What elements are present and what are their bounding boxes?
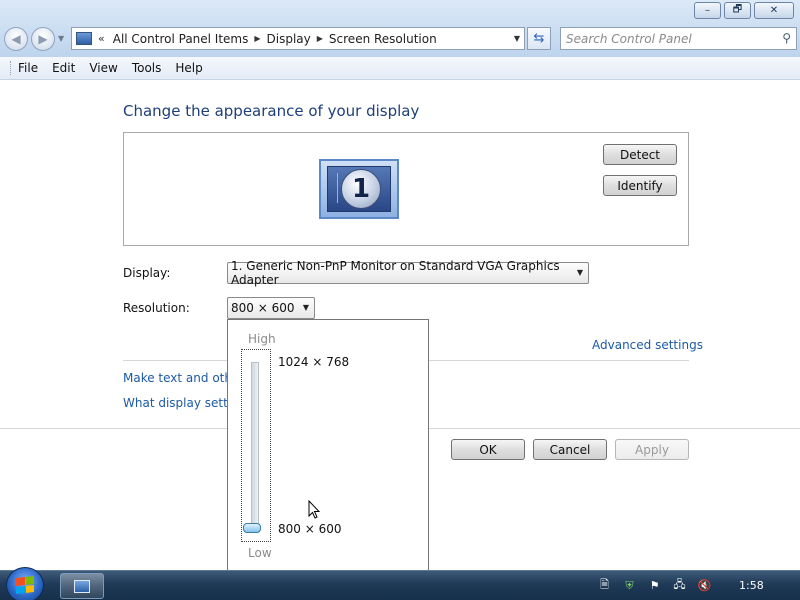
monitor-number-badge: 1 bbox=[341, 169, 381, 209]
refresh-icon: ⇆ bbox=[533, 31, 545, 46]
slider-track[interactable] bbox=[251, 362, 259, 527]
apply-button[interactable]: Apply bbox=[615, 439, 689, 460]
address-dropdown-icon[interactable]: ▼ bbox=[514, 34, 520, 43]
breadcrumb-screen-resolution[interactable]: Screen Resolution bbox=[329, 32, 437, 46]
mouse-cursor-icon bbox=[308, 500, 321, 519]
slider-thumb[interactable] bbox=[243, 523, 261, 533]
resolution-slider-popup: High 1024 × 768 800 × 600 Low bbox=[227, 319, 429, 571]
menu-edit[interactable]: Edit bbox=[52, 61, 75, 75]
breadcrumb-display[interactable]: Display bbox=[267, 32, 311, 46]
display-select-value: 1. Generic Non-PnP Monitor on Standard V… bbox=[231, 259, 560, 287]
volume-muted-icon[interactable]: 🔇 bbox=[696, 577, 713, 594]
system-tray: 🗎 ⛨ ⚑ 🖧 🔇 bbox=[596, 577, 713, 594]
monitor-screen: 1 bbox=[327, 166, 391, 212]
monitor-sidebar-decoration bbox=[330, 173, 338, 203]
monitor-preview-panel: 1 Detect Identify bbox=[123, 132, 689, 246]
address-bar[interactable]: « All Control Panel Items ▶ Display ▶ Sc… bbox=[71, 27, 525, 50]
window-controls: – 🗗 ✕ bbox=[694, 2, 794, 19]
address-overflow-chevron[interactable]: « bbox=[98, 32, 105, 45]
chevron-down-icon: ▼ bbox=[302, 303, 309, 312]
monitor-1-icon[interactable]: 1 bbox=[319, 159, 399, 219]
search-box[interactable]: Search Control Panel ⚲ bbox=[560, 27, 797, 50]
arrow-left-icon: ◀ bbox=[11, 32, 21, 46]
windows-logo-icon bbox=[16, 576, 34, 594]
menu-bar: File Edit View Tools Help bbox=[0, 57, 800, 80]
taskbar-control-panel-button[interactable] bbox=[60, 573, 104, 599]
control-panel-icon bbox=[74, 579, 90, 593]
start-button[interactable] bbox=[6, 567, 44, 600]
slider-high-label: High bbox=[248, 332, 276, 346]
control-panel-icon bbox=[76, 32, 92, 45]
cancel-button[interactable]: Cancel bbox=[533, 439, 607, 460]
resolution-select-value: 800 × 600 bbox=[231, 301, 295, 315]
action-center-flag-icon[interactable]: ⚑ bbox=[646, 577, 663, 594]
page-title: Change the appearance of your display bbox=[123, 102, 420, 120]
search-icon[interactable]: ⚲ bbox=[782, 31, 791, 45]
menu-grip bbox=[10, 61, 12, 75]
display-label: Display: bbox=[123, 266, 171, 280]
menu-help[interactable]: Help bbox=[175, 61, 202, 75]
minimize-button[interactable]: – bbox=[694, 2, 721, 19]
taskbar-clock[interactable]: 1:58 bbox=[739, 579, 764, 592]
detect-button[interactable]: Detect bbox=[603, 144, 677, 165]
search-placeholder: Search Control Panel bbox=[566, 31, 692, 46]
chevron-down-icon: ▼ bbox=[576, 268, 583, 277]
resolution-select[interactable]: 800 × 600 ▼ bbox=[227, 297, 315, 319]
taskbar: 🗎 ⛨ ⚑ 🖧 🔇 1:58 bbox=[0, 567, 800, 600]
resolution-slider[interactable] bbox=[241, 349, 271, 542]
recent-pages-dropdown[interactable]: ▼ bbox=[58, 34, 64, 43]
security-shield-tray-icon[interactable]: ⛨ bbox=[621, 577, 638, 594]
breadcrumb-all-control-panel-items[interactable]: All Control Panel Items bbox=[113, 32, 249, 46]
network-tray-icon[interactable]: 🖧 bbox=[671, 577, 688, 594]
refresh-button[interactable]: ⇆ bbox=[527, 27, 551, 50]
window-chrome: – 🗗 ✕ ◀ ▶ ▼ « All Control Panel Items ▶ … bbox=[0, 0, 800, 57]
document-tray-icon[interactable]: 🗎 bbox=[596, 577, 613, 594]
menu-view[interactable]: View bbox=[89, 61, 117, 75]
slider-low-label: Low bbox=[248, 546, 272, 560]
breadcrumb-separator-icon[interactable]: ▶ bbox=[254, 34, 260, 43]
restore-button[interactable]: 🗗 bbox=[724, 2, 751, 19]
resolution-option-max[interactable]: 1024 × 768 bbox=[278, 355, 349, 369]
advanced-settings-link[interactable]: Advanced settings bbox=[592, 338, 703, 352]
menu-tools[interactable]: Tools bbox=[132, 61, 162, 75]
arrow-right-icon: ▶ bbox=[38, 32, 48, 46]
identify-button[interactable]: Identify bbox=[603, 175, 677, 196]
display-select[interactable]: 1. Generic Non-PnP Monitor on Standard V… bbox=[227, 259, 589, 287]
back-button[interactable]: ◀ bbox=[4, 27, 28, 51]
resolution-label: Resolution: bbox=[123, 301, 190, 315]
close-button[interactable]: ✕ bbox=[754, 2, 794, 19]
resolution-option-min[interactable]: 800 × 600 bbox=[278, 522, 342, 536]
ok-button[interactable]: OK bbox=[451, 439, 525, 460]
breadcrumb-separator-icon[interactable]: ▶ bbox=[317, 34, 323, 43]
menu-file[interactable]: File bbox=[18, 61, 38, 75]
forward-button[interactable]: ▶ bbox=[31, 27, 55, 51]
